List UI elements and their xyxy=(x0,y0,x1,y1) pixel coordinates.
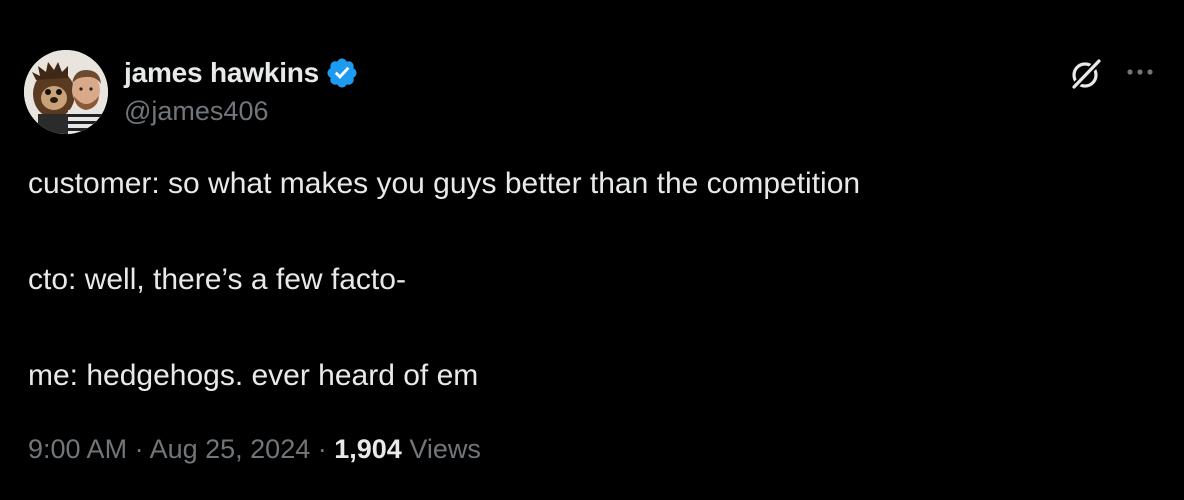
handle[interactable]: @james406 xyxy=(124,96,359,127)
tweet-meta: 9:00 AM · Aug 25, 2024 · 1,904 Views xyxy=(28,434,481,465)
meta-separator: · xyxy=(127,434,150,464)
tweet-line: cto: well, there’s a few facto- xyxy=(28,263,406,296)
tweet-text: customer: so what makes you guys better … xyxy=(28,164,1148,396)
name-row: james hawkins xyxy=(124,56,359,90)
tweet-card: james hawkins @james406 customer: so wha… xyxy=(0,0,1184,500)
tweet-line: me: hedgehogs. ever heard of em xyxy=(28,359,479,392)
more-horizontal-icon[interactable] xyxy=(1122,60,1158,84)
avatar-image xyxy=(24,50,108,134)
meta-separator: · xyxy=(310,434,335,464)
verified-badge-icon[interactable] xyxy=(325,56,359,90)
avatar[interactable] xyxy=(24,50,108,134)
tweet-date[interactable]: Aug 25, 2024 xyxy=(150,434,311,464)
views-count[interactable]: 1,904 xyxy=(334,434,402,464)
grok-icon[interactable] xyxy=(1066,54,1106,94)
tweet-line: customer: so what makes you guys better … xyxy=(28,167,861,200)
tweet-time[interactable]: 9:00 AM xyxy=(28,434,127,464)
author-block: james hawkins @james406 xyxy=(124,56,359,127)
display-name[interactable]: james hawkins xyxy=(124,57,319,89)
views-label[interactable]: Views xyxy=(409,434,481,464)
